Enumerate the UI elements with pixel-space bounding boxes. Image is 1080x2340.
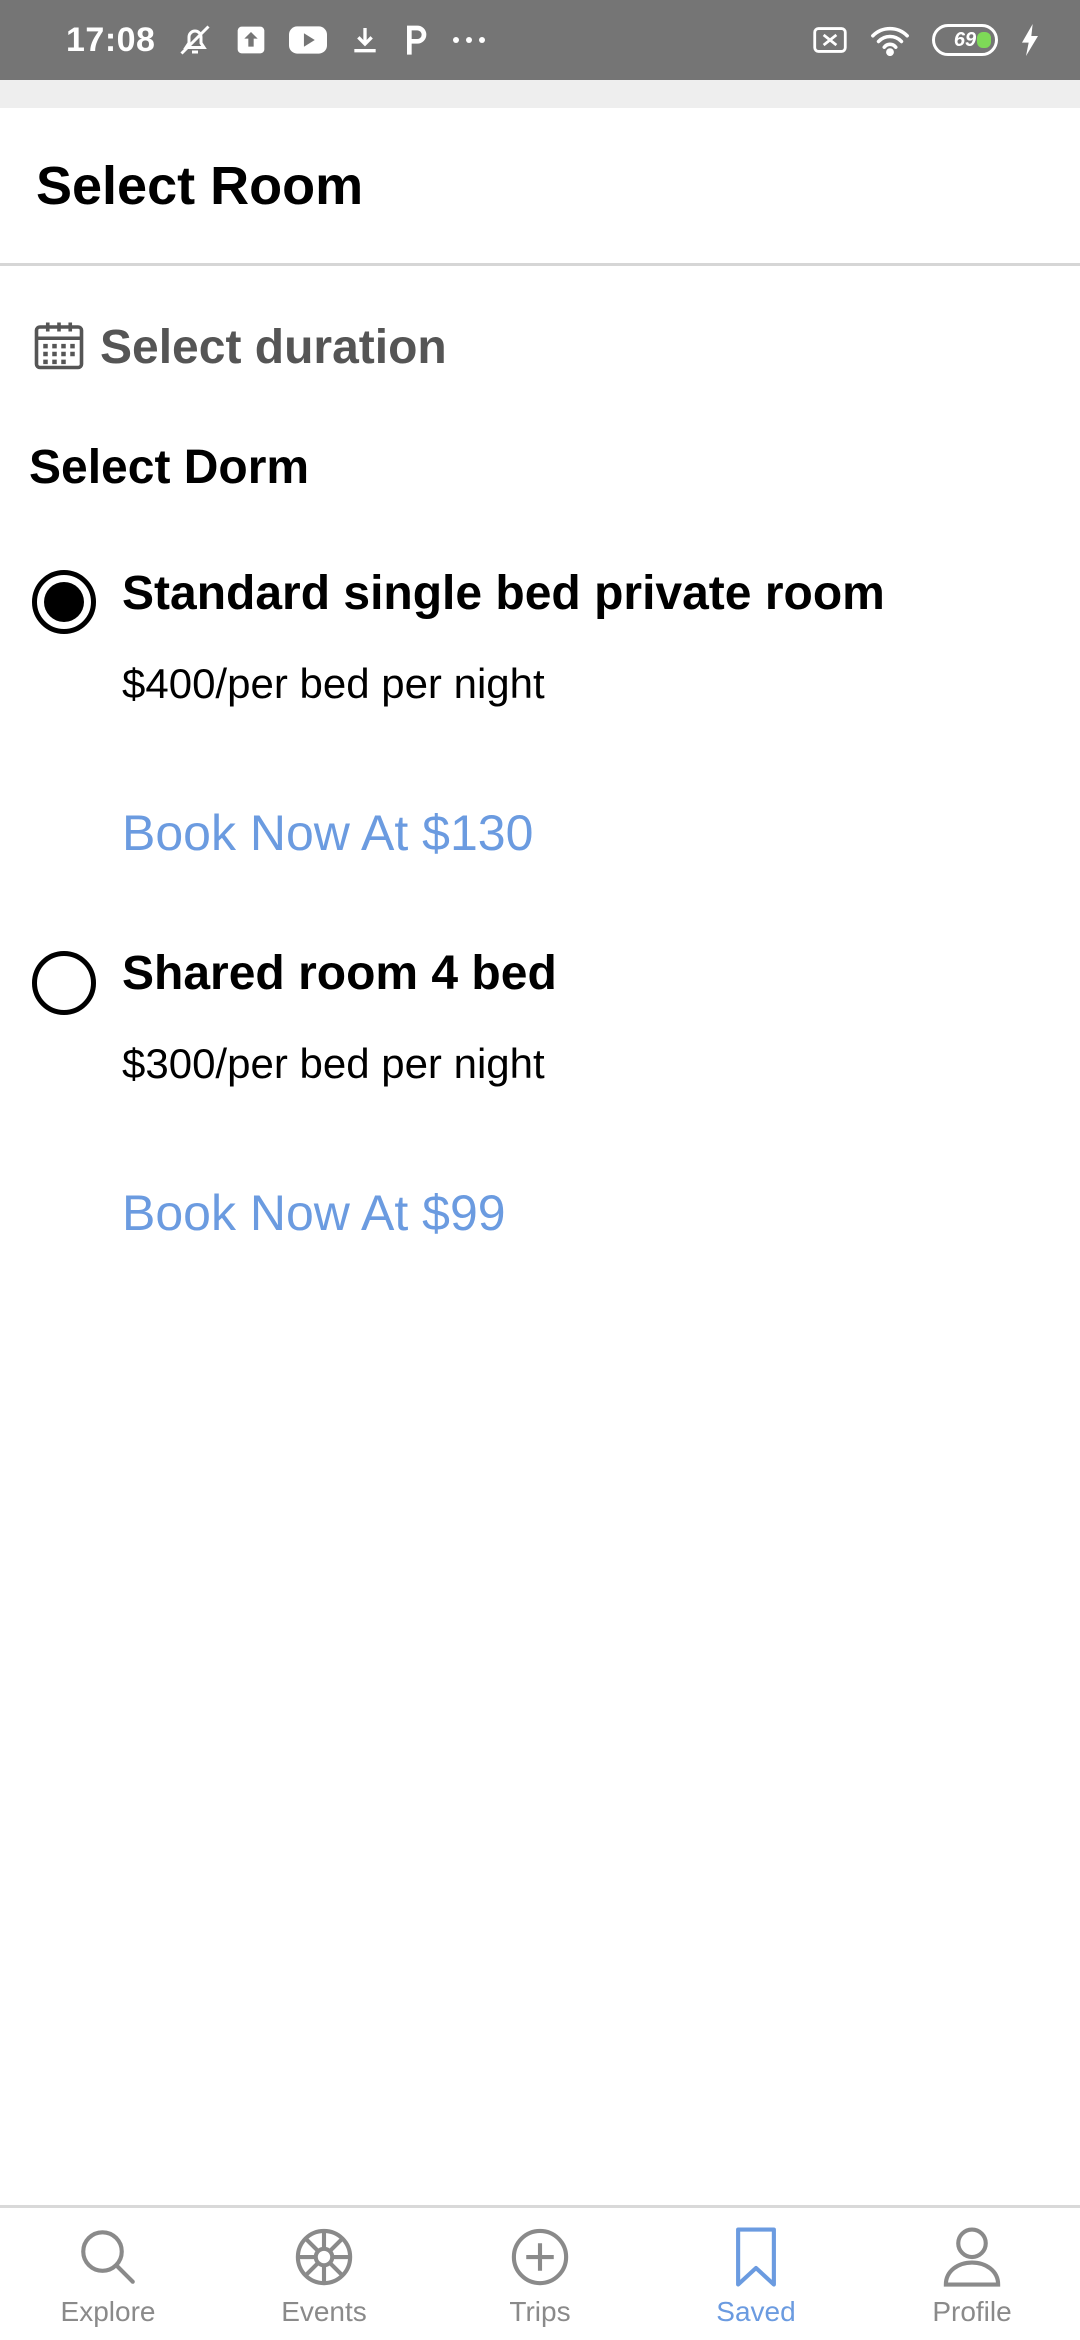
plus-circle-icon [511,2228,569,2286]
wheel-icon [295,2228,353,2286]
calendar-icon [32,318,86,377]
room-name[interactable]: Shared room 4 bed [122,946,557,1001]
nav-label: Profile [932,2296,1012,2327]
search-icon [81,2230,135,2284]
room-price: $400/per bed per night [122,660,545,707]
wifi-icon [870,24,910,56]
youtube-icon [289,25,328,55]
nav-item-profile[interactable]: Profile [864,2208,1080,2340]
nav-label: Saved [716,2296,796,2327]
no-sim-icon [812,26,848,54]
select-duration-button[interactable]: Select duration [32,312,447,382]
more-dots-icon [451,35,487,45]
select-dorm-title: Select Dorm [29,441,310,494]
nav-item-explore[interactable]: Explore [0,2208,216,2340]
nav-item-trips[interactable]: Trips [432,2208,648,2340]
room-price: $300/per bed per night [122,1040,545,1087]
battery-icon: 69 [932,24,998,56]
top-gap [0,80,1080,108]
page-title: Select Room [36,155,364,216]
app-header: Select Room [0,108,1080,266]
select-duration-label: Select duration [100,320,447,374]
status-time: 17:08 [66,20,156,59]
mute-bell-icon [177,22,213,58]
upload-icon [235,24,267,56]
bottom-nav: Explore Events Trips Saved Profile [0,2205,1080,2340]
bookmark-icon [736,2227,776,2287]
status-bar-right: 69 [812,24,1040,56]
nav-item-saved[interactable]: Saved [648,2208,864,2340]
status-bar: 17:08 69 [0,0,1080,80]
person-icon [943,2227,1001,2287]
p-icon [403,24,429,56]
download-icon [349,24,381,56]
room-radio-selected[interactable] [32,570,96,634]
book-now-link[interactable]: Book Now At $130 [122,804,533,862]
room-radio-unselected[interactable] [32,951,96,1015]
nav-label: Explore [60,2296,156,2327]
nav-item-events[interactable]: Events [216,2208,432,2340]
nav-label: Trips [509,2296,571,2327]
screen: 17:08 69 Select Room Select duration Sel… [0,0,1080,2340]
battery-level: 69 [953,28,977,51]
book-now-link[interactable]: Book Now At $99 [122,1184,506,1242]
status-bar-left: 17:08 [66,21,487,60]
nav-label: Events [281,2296,367,2327]
charging-icon [1020,24,1040,56]
room-name[interactable]: Standard single bed private room [122,566,885,621]
